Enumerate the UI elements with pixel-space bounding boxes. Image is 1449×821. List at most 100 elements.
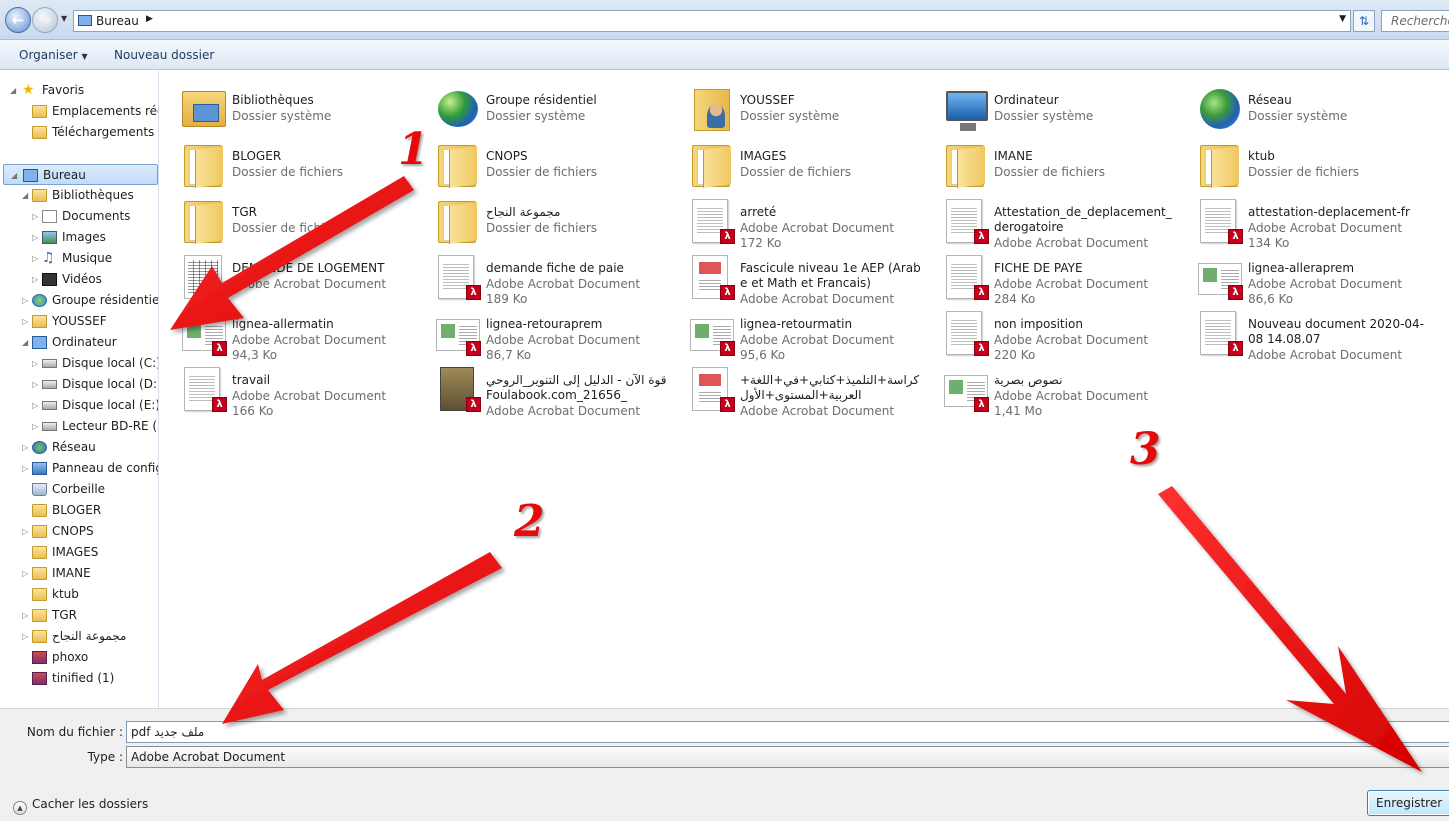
sidebar-item-bureau[interactable]: ◢ Bureau (3, 164, 158, 185)
folder-item[interactable]: مجموعة النجاح Dossier de fichiers (414, 189, 668, 245)
file-list-view[interactable]: Bibliothèques Dossier système Groupe résid… (160, 71, 1449, 708)
sidebar-item-tinified-1[interactable]: tinified (1) (0, 668, 158, 689)
tree-expander-icon[interactable]: ◢ (11, 165, 21, 186)
folder-item[interactable]: Ordinateur Dossier système (922, 77, 1176, 133)
file-item[interactable]: λ Fascicule niveau 1e AEP (Arabe et Math … (668, 245, 922, 306)
sidebar-item-disque-local-d[interactable]: ▷ Disque local (D:) (0, 374, 158, 395)
file-item[interactable]: λ كراسة+التلميذ+كتابي+في+اللغة+العربية+ال… (668, 357, 922, 418)
sidebar-item-ordinateur[interactable]: ◢ Ordinateur (0, 332, 158, 353)
tree-expander-icon[interactable]: ▷ (32, 227, 42, 248)
folder-item[interactable]: IMAGES Dossier de fichiers (668, 133, 922, 189)
folder-item[interactable]: Réseau Dossier système (1176, 77, 1430, 133)
file-item[interactable]: λ lignea-retouraprem Adobe Acrobat Documen… (414, 301, 668, 362)
new-folder-button[interactable]: Nouveau dossier (114, 48, 214, 62)
navigation-pane[interactable]: ◢★FavorisEmplacements réceTéléchargement… (0, 71, 159, 708)
tree-expander-icon[interactable]: ▷ (22, 437, 32, 458)
sidebar-item-réseau[interactable]: ▷ Réseau (0, 437, 158, 458)
address-field[interactable]: Bureau ▶ ▼ (73, 10, 1351, 32)
folder-item[interactable]: CNOPS Dossier de fichiers (414, 133, 668, 189)
search-input[interactable]: Rechercher (1381, 10, 1449, 32)
tree-expander-icon[interactable]: ▷ (22, 290, 32, 311)
sidebar-item-images[interactable]: IMAGES (0, 542, 158, 563)
file-item[interactable]: λ Attestation_de_deplacement_derogatoire A… (922, 189, 1176, 250)
filename-input[interactable]: ملف جديد pdf (126, 721, 1449, 743)
file-item[interactable]: λ Nouveau document 2020-04-08 14.08.07 Ado… (1176, 301, 1430, 362)
address-dropdown-icon[interactable]: ▼ (1339, 14, 1346, 24)
refresh-button[interactable]: ⇅ (1353, 10, 1375, 32)
file-item[interactable]: λ non imposition Adobe Acrobat Document 220… (922, 301, 1176, 362)
hide-folders-button[interactable]: ▲ Cacher les dossiers (13, 797, 148, 815)
save-button[interactable]: Enregistrer (1367, 790, 1449, 816)
breadcrumb-bureau[interactable]: Bureau (96, 14, 139, 28)
sidebar-item-bibliothèques[interactable]: ◢ Bibliothèques (0, 185, 158, 206)
file-item[interactable]: λ lignea-allermatin Adobe Acrobat Document… (160, 301, 414, 362)
file-item[interactable]: λ attestation-deplacement-fr Adobe Acrobat… (1176, 189, 1430, 250)
box-icon (32, 651, 47, 664)
history-dropdown-icon[interactable]: ▼ (61, 14, 67, 23)
file-item[interactable]: λ lignea-alleraprem Adobe Acrobat Document… (1176, 245, 1430, 306)
file-item[interactable]: λ قوة الآن - الدليل إلى التنوير_الروحي_21… (414, 357, 668, 418)
tree-expander-icon[interactable]: ▷ (32, 269, 42, 290)
tree-expander-icon[interactable]: ▷ (22, 311, 32, 332)
file-item[interactable]: λ DEMANDE DE LOGEMENT Adobe Acrobat Docume… (160, 245, 414, 301)
tree-expander-icon[interactable]: ▷ (32, 248, 42, 269)
folder-icon (32, 525, 47, 538)
file-item[interactable]: λ lignea-retourmatin Adobe Acrobat Documen… (668, 301, 922, 362)
back-button[interactable]: ← (5, 7, 31, 33)
tree-expander-icon[interactable]: ▷ (32, 374, 42, 395)
folder-item[interactable]: TGR Dossier de fichiers (160, 189, 414, 245)
folder-item[interactable]: IMANE Dossier de fichiers (922, 133, 1176, 189)
sidebar-item-vidéos[interactable]: ▷ Vidéos (0, 269, 158, 290)
sidebar-item-bloger[interactable]: BLOGER (0, 500, 158, 521)
file-item[interactable]: λ demande fiche de paie Adobe Acrobat Docu… (414, 245, 668, 306)
sidebar-item-disque-local-e[interactable]: ▷ Disque local (E:) (0, 395, 158, 416)
folder-item[interactable]: YOUSSEF Dossier système (668, 77, 922, 133)
sidebar-item-cnops[interactable]: ▷ CNOPS (0, 521, 158, 542)
tree-expander-icon[interactable]: ▷ (32, 416, 42, 437)
file-item[interactable]: λ travail Adobe Acrobat Document 166 Ko (160, 357, 414, 418)
file-item[interactable]: λ FICHE DE PAYE Adobe Acrobat Document 284 … (922, 245, 1176, 306)
folder-item[interactable]: ktub Dossier de fichiers (1176, 133, 1430, 189)
organize-menu-button[interactable]: Organiser ▼ (19, 48, 88, 62)
sidebar-item-corbeille[interactable]: Corbeille (0, 479, 158, 500)
folder-item[interactable]: Bibliothèques Dossier système (160, 77, 414, 133)
tree-expander-icon[interactable]: ◢ (22, 332, 32, 353)
sidebar-item-emplacements-réce[interactable]: Emplacements réce (0, 101, 158, 122)
folder-item[interactable]: Groupe résidentiel Dossier système (414, 77, 668, 133)
sidebar-item-groupe-résidentiel[interactable]: ▷ Groupe résidentiel (0, 290, 158, 311)
sidebar-item-ktub[interactable]: ktub (0, 584, 158, 605)
tree-expander-icon[interactable]: ◢ (10, 80, 20, 101)
sidebar-item-[interactable]: ▷ مجموعة النجاح (0, 626, 158, 647)
file-name: Fascicule niveau 1e AEP (Arabe et Math e… (740, 261, 921, 290)
file-item[interactable]: λ arreté Adobe Acrobat Document 172 Ko (668, 189, 922, 250)
tree-expander-icon[interactable]: ▷ (32, 395, 42, 416)
sidebar-item-panneau-de-configu[interactable]: ▷ Panneau de configu (0, 458, 158, 479)
file-type-select[interactable]: Adobe Acrobat Document (126, 746, 1449, 768)
tree-expander-icon[interactable]: ▷ (22, 458, 32, 479)
file-item[interactable]: λ نصوص بصرية Adobe Acrobat Document 1,41 Mo (922, 357, 1176, 418)
sidebar-item-youssef[interactable]: ▷ YOUSSEF (0, 311, 158, 332)
sidebar-item-disque-local-c[interactable]: ▷ Disque local (C:) (0, 353, 158, 374)
tree-expander-icon[interactable]: ▷ (22, 563, 32, 584)
sidebar-item-favoris[interactable]: ◢ ★ Favoris (0, 80, 158, 101)
tree-expander-icon[interactable]: ▷ (32, 206, 42, 227)
breadcrumb-chevron-icon[interactable]: ▶ (146, 14, 153, 24)
sidebar-item-lecteur-bd-re-f[interactable]: ▷ Lecteur BD-RE (F:) (0, 416, 158, 437)
sidebar-item-phoxo[interactable]: phoxo (0, 647, 158, 668)
tree-expander-icon[interactable]: ▷ (32, 353, 42, 374)
folder-item[interactable]: BLOGER Dossier de fichiers (160, 133, 414, 189)
sidebar-item-images[interactable]: ▷ Images (0, 227, 158, 248)
tree-expander-icon[interactable]: ▷ (22, 626, 32, 647)
tree-expander-icon[interactable]: ▷ (22, 521, 32, 542)
tree-expander-icon[interactable]: ◢ (22, 185, 32, 206)
file-name: Bibliothèques (232, 93, 314, 107)
sidebar-item-imane[interactable]: ▷ IMANE (0, 563, 158, 584)
sidebar-item-tgr[interactable]: ▷ TGR (0, 605, 158, 626)
forward-button[interactable]: → (32, 7, 58, 33)
homegroup-icon (32, 294, 47, 307)
sidebar-item-téléchargements[interactable]: Téléchargements (0, 122, 158, 143)
tree-expander-icon[interactable]: ▷ (22, 605, 32, 626)
sidebar-item-documents[interactable]: ▷ Documents (0, 206, 158, 227)
file-type: Dossier système (740, 109, 840, 123)
sidebar-item-musique[interactable]: ▷ ♫ Musique (0, 248, 158, 269)
